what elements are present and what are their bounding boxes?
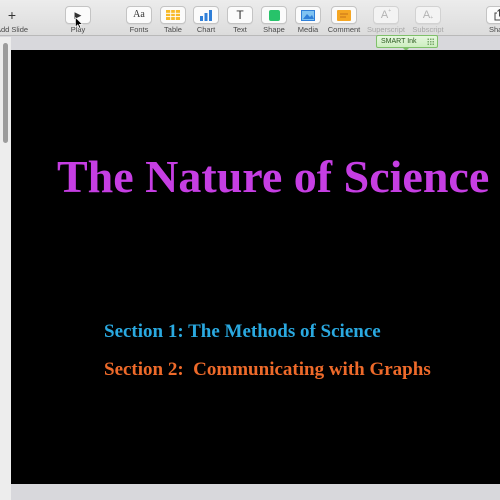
text-icon: T <box>236 8 244 22</box>
slide-section-1: Section 1: The Methods of Science <box>104 321 381 342</box>
text-label: Text <box>233 25 247 34</box>
slide-canvas[interactable]: The Nature of Science Section 1: The Met… <box>11 50 500 484</box>
table-icon <box>166 10 180 20</box>
media-label: Media <box>297 25 319 34</box>
scrollbar-thumb[interactable] <box>3 43 8 143</box>
add-slide-label: Add Slide <box>0 25 29 34</box>
subscript-icon: A <box>422 8 431 21</box>
chart-icon <box>200 9 212 21</box>
mouse-cursor-icon <box>75 17 83 29</box>
share-button[interactable]: Share <box>473 2 500 34</box>
vertical-scrollbar[interactable] <box>0 37 11 500</box>
fonts-icon: Aa <box>133 9 145 20</box>
comment-icon <box>337 9 351 21</box>
share-icon <box>494 9 500 21</box>
subscript-label: Subscript <box>412 25 444 34</box>
chart-label: Chart <box>196 25 216 34</box>
add-slide-button[interactable]: + Add Slide <box>0 2 38 34</box>
media-icon <box>301 9 315 21</box>
fonts-label: Fonts <box>129 25 149 34</box>
slide-section-2: Section 2: Communicating with Graphs <box>104 359 431 380</box>
superscript-icon: A <box>380 8 389 21</box>
shape-icon <box>268 9 280 21</box>
plus-icon: + <box>7 7 17 23</box>
share-label: Share <box>488 25 500 34</box>
comment-label: Comment <box>327 25 361 34</box>
smart-ink-label: SMART Ink <box>381 38 417 45</box>
subscript-button[interactable]: A + Subscript <box>402 2 454 34</box>
superscript-label: Superscript <box>367 25 405 34</box>
smart-ink-toolbar[interactable]: SMART Ink <box>376 35 438 51</box>
drag-grip-icon[interactable] <box>427 38 434 45</box>
slide-title: The Nature of Science <box>57 151 490 202</box>
